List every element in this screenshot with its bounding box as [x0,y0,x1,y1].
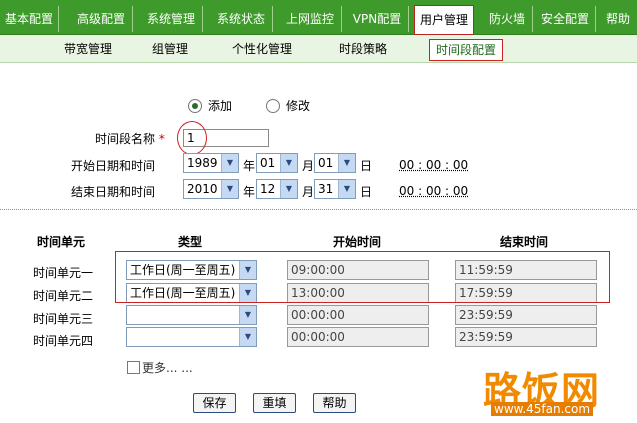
row-4-unit-label: 时间单元四 [33,334,94,348]
row-3-start-time-input[interactable]: 00:00:00 [287,305,429,325]
start-datetime-label: 开始日期和时间 [71,159,156,173]
top-tab-system-status[interactable]: 系统状态 [210,6,273,32]
row-3-end-time-input[interactable]: 23:59:59 [455,305,597,325]
row-2-unit-label: 时间单元二 [33,289,94,303]
top-navigation: 基本配置 高级配置 系统管理 系统状态 上网监控 VPN配置 用户管理 防火墙 … [0,0,637,35]
start-day-unit: 日 [360,159,373,173]
chevron-down-icon: ▼ [338,180,355,198]
end-datetime-label: 结束日期和时间 [71,185,156,199]
top-tab-user-management[interactable]: 用户管理 [414,5,474,35]
end-day-unit: 日 [360,185,373,199]
edit-radio[interactable] [266,99,280,113]
row-3-type-select[interactable]: ▼ [126,305,257,325]
start-time-input[interactable]: 00 : 00 : 00 [399,158,468,172]
start-year-unit: 年 [243,159,256,173]
sub-navigation: 带宽管理 组管理 个性化管理 时段策略 时间段配置 [0,35,637,63]
sub-tab-personalization[interactable]: 个性化管理 [222,39,302,59]
chevron-down-icon: ▼ [280,154,297,172]
name-label: 时间段名称 * [95,132,165,146]
sub-tab-time-period-config[interactable]: 时间段配置 [429,39,503,61]
start-month-select[interactable]: 01 ▼ [256,153,298,173]
row-4-start-time-input[interactable]: 00:00:00 [287,327,429,347]
top-tab-help[interactable]: 帮助 [599,6,637,32]
chevron-down-icon: ▼ [239,306,256,324]
add-radio-label: 添加 [208,99,233,113]
rows-highlight-box [115,251,610,303]
header-type: 类型 [178,235,203,249]
end-month-select[interactable]: 12 ▼ [256,179,298,199]
chevron-down-icon: ▼ [338,154,355,172]
header-end-time: 结束时间 [500,235,549,249]
sub-tab-time-policy[interactable]: 时段策略 [333,39,393,59]
top-tab-internet-monitor[interactable]: 上网监控 [279,6,342,32]
end-year-select[interactable]: 2010 ▼ [183,179,239,199]
top-tab-vpn-config[interactable]: VPN配置 [346,6,409,32]
name-highlight-circle [177,121,207,155]
watermark-url: www.45fan.com [491,402,594,416]
header-time-unit: 时间单元 [37,235,86,249]
top-tab-firewall[interactable]: 防火墙 [482,6,533,32]
row-4-end-time-input[interactable]: 23:59:59 [455,327,597,347]
end-year-unit: 年 [243,185,256,199]
watermark-logo: 路饭网 www.45fan.com [483,362,633,420]
edit-radio-label: 修改 [286,99,311,113]
top-tab-system-management[interactable]: 系统管理 [140,6,203,32]
start-month-unit: 月 [302,159,315,173]
add-radio[interactable] [188,99,202,113]
sub-tab-bandwidth[interactable]: 带宽管理 [55,39,121,59]
chevron-down-icon: ▼ [280,180,297,198]
top-tab-advanced-config[interactable]: 高级配置 [70,6,133,32]
sub-tab-group[interactable]: 组管理 [146,39,194,59]
row-3-unit-label: 时间单元三 [33,312,94,326]
end-day-select[interactable]: 31 ▼ [314,179,356,199]
reset-button[interactable]: 重填 [253,393,296,413]
help-button[interactable]: 帮助 [313,393,356,413]
start-day-select[interactable]: 01 ▼ [314,153,356,173]
row-4-type-select[interactable]: ▼ [126,327,257,347]
end-time-input[interactable]: 00 : 00 : 00 [399,184,468,198]
row-1-unit-label: 时间单元一 [33,266,94,280]
top-tab-security-config[interactable]: 安全配置 [535,6,596,32]
top-tab-basic-config[interactable]: 基本配置 [0,6,59,32]
more-label: 更多... ... [142,361,193,375]
start-year-select[interactable]: 1989 ▼ [183,153,239,173]
required-mark: * [158,132,165,146]
save-button[interactable]: 保存 [193,393,236,413]
header-start-time: 开始时间 [333,235,382,249]
chevron-down-icon: ▼ [221,154,238,172]
chevron-down-icon: ▼ [221,180,238,198]
end-month-unit: 月 [302,185,315,199]
section-divider [0,209,637,210]
chevron-down-icon: ▼ [239,328,256,346]
more-checkbox[interactable] [127,361,140,374]
